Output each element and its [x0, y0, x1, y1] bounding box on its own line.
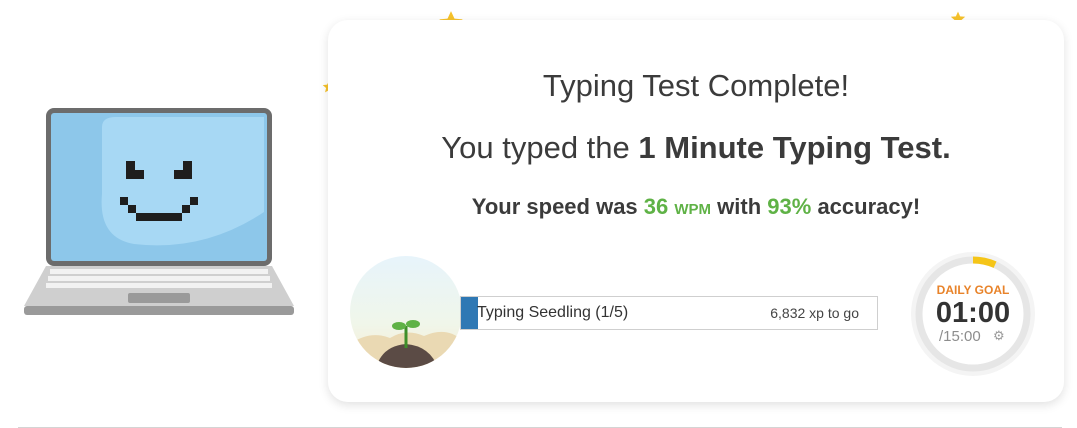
wpm-unit: WPM [674, 201, 712, 218]
results-title: Typing Test Complete! [542, 68, 850, 103]
speed-summary: Your speed was 36 WPM with 93% accuracy! [471, 194, 921, 219]
test-name-line: You typed the 1 Minute Typing Test. [441, 130, 951, 165]
accuracy-value: 93% [767, 194, 812, 219]
level-avatar [350, 256, 462, 368]
test-name: 1 Minute Typing Test. [638, 130, 951, 165]
level-progress-fill [461, 297, 478, 329]
xp-remaining: 6,832 xp to go [770, 305, 859, 321]
results-card: Typing Test Complete! You typed the 1 Mi… [328, 20, 1064, 402]
level-progress-bar: Typing Seedling (1/5) 6,832 xp to go [460, 296, 878, 330]
daily-goal-title: DAILY GOAL [936, 283, 1010, 297]
daily-goal-target: /15:00 [939, 328, 981, 345]
laptop-illustration [24, 108, 294, 315]
gear-icon[interactable]: ⚙ [993, 328, 1005, 344]
level-label: Typing Seedling (1/5) [477, 304, 629, 321]
seedling-icon [350, 320, 462, 368]
daily-goal-widget[interactable]: DAILY GOAL 01:00 /15:00 ⚙ [905, 246, 1041, 382]
wpm-value: 36 [643, 194, 669, 219]
daily-goal-time: 01:00 [935, 297, 1011, 329]
